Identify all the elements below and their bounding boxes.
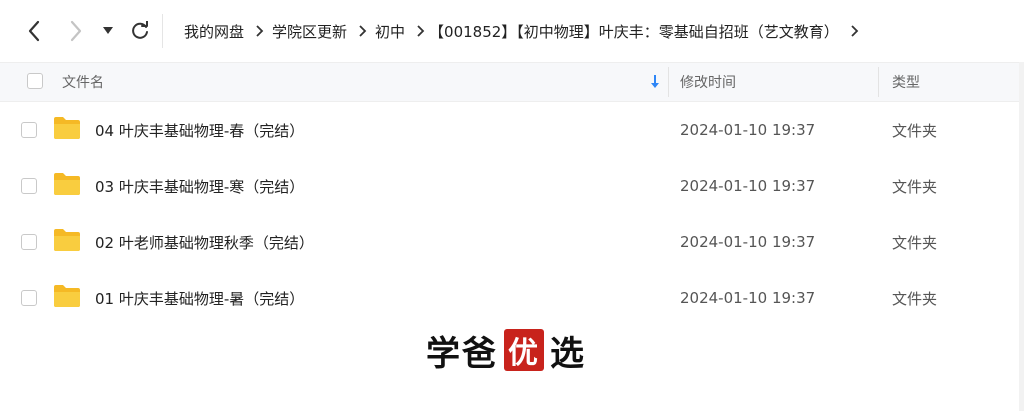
forward-button[interactable]	[62, 16, 90, 46]
refresh-button[interactable]	[126, 16, 154, 46]
column-divider[interactable]	[668, 67, 669, 97]
file-type: 文件夹	[892, 177, 938, 196]
file-name[interactable]: 03 叶庆丰基础物理-寒（完结）	[95, 158, 304, 214]
select-all-checkbox[interactable]	[27, 73, 43, 89]
back-button[interactable]	[20, 16, 48, 46]
scrollbar[interactable]	[1019, 62, 1024, 411]
folder-icon	[54, 173, 80, 195]
breadcrumb: 我的网盘 学院区更新 初中 【001852】【初中物理】叶庆丰：零基础自招班（艺…	[184, 0, 867, 62]
table-row[interactable]: 04 叶庆丰基础物理-春（完结） 2024-01-10 19:37 文件夹	[0, 102, 1020, 158]
chevron-right-icon	[256, 25, 264, 37]
folder-icon	[54, 285, 80, 307]
sort-arrow-down-icon[interactable]	[648, 73, 662, 91]
table-header: 文件名 修改时间 类型	[0, 62, 1020, 102]
table-row[interactable]: 01 叶庆丰基础物理-暑（完结） 2024-01-10 19:37 文件夹	[0, 270, 1020, 326]
column-header-type[interactable]: 类型	[892, 63, 920, 101]
watermark-text: 选	[550, 333, 586, 374]
chevron-right-icon	[851, 25, 859, 37]
file-type: 文件夹	[892, 233, 938, 252]
breadcrumb-item-current-folder[interactable]: 【001852】【初中物理】叶庆丰：零基础自招班（艺文教育）	[429, 21, 839, 42]
watermark-logo: 学爸 优 选	[426, 326, 586, 374]
chevron-right-icon	[70, 20, 82, 42]
column-header-modified[interactable]: 修改时间	[680, 63, 736, 101]
row-checkbox[interactable]	[21, 234, 37, 250]
toolbar: 我的网盘 学院区更新 初中 【001852】【初中物理】叶庆丰：零基础自招班（艺…	[0, 0, 1024, 62]
caret-down-icon	[103, 27, 113, 34]
folder-icon	[54, 117, 80, 139]
folder-icon	[54, 229, 80, 251]
table-row[interactable]: 02 叶老师基础物理秋季（完结） 2024-01-10 19:37 文件夹	[0, 214, 1020, 270]
breadcrumb-item-junior-high[interactable]: 初中	[375, 21, 405, 42]
file-modified: 2024-01-10 19:37	[680, 121, 816, 139]
chevron-left-icon	[28, 20, 40, 42]
file-modified: 2024-01-10 19:37	[680, 233, 816, 251]
column-header-name[interactable]: 文件名	[62, 63, 104, 101]
chevron-right-icon	[359, 25, 367, 37]
file-name[interactable]: 01 叶庆丰基础物理-暑（完结）	[95, 270, 304, 326]
watermark-seal: 优	[504, 329, 544, 371]
chevron-right-icon	[417, 25, 425, 37]
row-checkbox[interactable]	[21, 122, 37, 138]
file-modified: 2024-01-10 19:37	[680, 289, 816, 307]
file-type: 文件夹	[892, 289, 938, 308]
file-name[interactable]: 04 叶庆丰基础物理-春（完结）	[95, 102, 304, 158]
toolbar-divider	[162, 14, 163, 48]
file-modified: 2024-01-10 19:37	[680, 177, 816, 195]
refresh-icon	[132, 21, 148, 39]
row-checkbox[interactable]	[21, 178, 37, 194]
watermark-text: 学爸	[426, 333, 498, 374]
breadcrumb-item-my-drive[interactable]: 我的网盘	[184, 21, 244, 42]
history-dropdown-button[interactable]	[96, 16, 120, 46]
file-name[interactable]: 02 叶老师基础物理秋季（完结）	[95, 214, 314, 270]
table-row[interactable]: 03 叶庆丰基础物理-寒（完结） 2024-01-10 19:37 文件夹	[0, 158, 1020, 214]
file-type: 文件夹	[892, 121, 938, 140]
column-divider[interactable]	[878, 67, 879, 97]
row-checkbox[interactable]	[21, 290, 37, 306]
breadcrumb-item-college-updates[interactable]: 学院区更新	[272, 21, 347, 42]
